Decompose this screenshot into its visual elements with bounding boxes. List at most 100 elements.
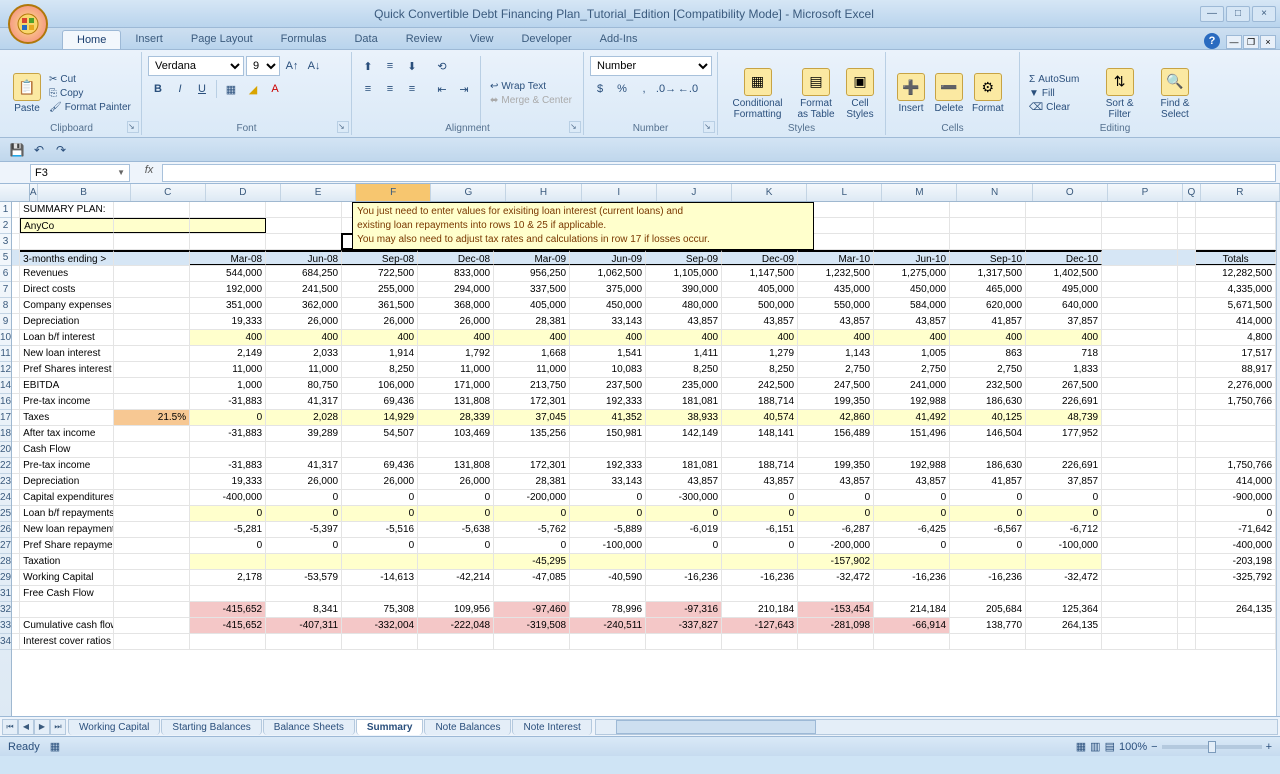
cell-L16[interactable]: 199,350 — [798, 394, 874, 409]
col-header-I[interactable]: I — [582, 184, 657, 201]
cell-J14[interactable]: 235,000 — [646, 378, 722, 393]
cell-K10[interactable]: 400 — [722, 330, 798, 345]
cell-R22[interactable]: 1,750,766 — [1196, 458, 1276, 473]
alignment-launcher[interactable]: ↘ — [569, 121, 581, 133]
row-header-33[interactable]: 33 — [0, 618, 11, 634]
cell-R29[interactable]: -325,792 — [1196, 570, 1276, 585]
cell-R31[interactable] — [1196, 586, 1276, 601]
cell-I11[interactable]: 1,541 — [570, 346, 646, 361]
cell-C8[interactable] — [114, 298, 190, 313]
cell-Q17[interactable] — [1178, 410, 1196, 425]
indent-increase[interactable]: ⇥ — [454, 79, 474, 99]
cell-R10[interactable]: 4,800 — [1196, 330, 1276, 345]
cell-R1[interactable] — [1196, 202, 1276, 217]
cell-G29[interactable]: -42,214 — [418, 570, 494, 585]
sheet-tab-starting-balances[interactable]: Starting Balances — [161, 719, 261, 735]
cell-Q33[interactable] — [1178, 618, 1196, 633]
bold-button[interactable]: B — [148, 79, 168, 99]
cell-B23[interactable]: Depreciation — [20, 474, 114, 489]
ribbon-tab-review[interactable]: Review — [392, 30, 456, 49]
row-header-14[interactable]: 14 — [0, 378, 11, 394]
cell-B34[interactable]: Interest cover ratios — [20, 634, 114, 649]
cell-K20[interactable] — [722, 442, 798, 457]
cell-C17[interactable]: 21.5% — [114, 410, 190, 425]
cell-J32[interactable]: -97,316 — [646, 602, 722, 617]
cell-M24[interactable]: 0 — [874, 490, 950, 505]
redo-button[interactable]: ↷ — [52, 141, 70, 159]
cell-N12[interactable]: 2,750 — [950, 362, 1026, 377]
cell-J17[interactable]: 38,933 — [646, 410, 722, 425]
cell-D20[interactable] — [190, 442, 266, 457]
merge-center-button[interactable]: ⬌Merge & Center — [487, 94, 575, 107]
cell-B29[interactable]: Working Capital — [20, 570, 114, 585]
align-middle[interactable]: ≡ — [380, 56, 400, 76]
cell-P34[interactable] — [1102, 634, 1178, 649]
select-all-corner[interactable] — [0, 184, 30, 201]
cell-J12[interactable]: 8,250 — [646, 362, 722, 377]
cell-D12[interactable]: 11,000 — [190, 362, 266, 377]
cell-C18[interactable] — [114, 426, 190, 441]
cell-P10[interactable] — [1102, 330, 1178, 345]
cell-F33[interactable]: -332,004 — [342, 618, 418, 633]
cell-H29[interactable]: -47,085 — [494, 570, 570, 585]
cell-Q18[interactable] — [1178, 426, 1196, 441]
cell-I31[interactable] — [570, 586, 646, 601]
cell-Q10[interactable] — [1178, 330, 1196, 345]
cell-D24[interactable]: -400,000 — [190, 490, 266, 505]
cell-L24[interactable]: 0 — [798, 490, 874, 505]
orientation-button[interactable]: ⟲ — [432, 56, 452, 76]
cell-K23[interactable]: 43,857 — [722, 474, 798, 489]
cell-L22[interactable]: 199,350 — [798, 458, 874, 473]
cell-N34[interactable] — [950, 634, 1026, 649]
cell-N10[interactable]: 400 — [950, 330, 1026, 345]
cell-P22[interactable] — [1102, 458, 1178, 473]
cell-L6[interactable]: 1,232,500 — [798, 266, 874, 281]
cell-M25[interactable]: 0 — [874, 506, 950, 521]
cell-J16[interactable]: 181,081 — [646, 394, 722, 409]
sheet-tab-balance-sheets[interactable]: Balance Sheets — [263, 719, 355, 735]
cell-E23[interactable]: 26,000 — [266, 474, 342, 489]
row-header-8[interactable]: 8 — [0, 298, 11, 314]
row-header-12[interactable]: 12 — [0, 362, 11, 378]
sheet-nav-last[interactable]: ⏭ — [50, 719, 66, 735]
cell-L10[interactable]: 400 — [798, 330, 874, 345]
cell-I18[interactable]: 150,981 — [570, 426, 646, 441]
cell-O12[interactable]: 1,833 — [1026, 362, 1102, 377]
shrink-font-button[interactable]: A↓ — [304, 56, 324, 76]
cell-E2[interactable] — [266, 218, 342, 233]
cell-L31[interactable] — [798, 586, 874, 601]
cell-O25[interactable]: 0 — [1026, 506, 1102, 521]
cell-D27[interactable]: 0 — [190, 538, 266, 553]
cell-M33[interactable]: -66,914 — [874, 618, 950, 633]
cell-G17[interactable]: 28,339 — [418, 410, 494, 425]
cell-P5[interactable] — [1102, 250, 1178, 265]
cell-E9[interactable]: 26,000 — [266, 314, 342, 329]
cell-A18[interactable] — [12, 426, 20, 441]
cell-Q28[interactable] — [1178, 554, 1196, 569]
cell-O33[interactable]: 264,135 — [1026, 618, 1102, 633]
cell-F22[interactable]: 69,436 — [342, 458, 418, 473]
cell-R11[interactable]: 17,517 — [1196, 346, 1276, 361]
cell-A23[interactable] — [12, 474, 20, 489]
cell-I10[interactable]: 400 — [570, 330, 646, 345]
cell-P2[interactable] — [1102, 218, 1178, 233]
cell-M12[interactable]: 2,750 — [874, 362, 950, 377]
row-header-28[interactable]: 28 — [0, 554, 11, 570]
sheet-tab-working-capital[interactable]: Working Capital — [68, 719, 160, 735]
cell-J33[interactable]: -337,827 — [646, 618, 722, 633]
cell-G12[interactable]: 11,000 — [418, 362, 494, 377]
cell-C9[interactable] — [114, 314, 190, 329]
cell-M20[interactable] — [874, 442, 950, 457]
cell-I28[interactable] — [570, 554, 646, 569]
row-header-26[interactable]: 26 — [0, 522, 11, 538]
mdi-restore[interactable]: ❐ — [1243, 35, 1259, 49]
cell-E18[interactable]: 39,289 — [266, 426, 342, 441]
align-center[interactable]: ≡ — [380, 79, 400, 99]
cell-O2[interactable] — [1026, 218, 1102, 233]
vertical-scrollbar[interactable] — [1276, 202, 1280, 716]
font-size-select[interactable]: 9 — [246, 56, 280, 76]
cell-C32[interactable] — [114, 602, 190, 617]
col-header-R[interactable]: R — [1201, 184, 1280, 201]
cell-D1[interactable] — [190, 202, 266, 217]
cell-M23[interactable]: 43,857 — [874, 474, 950, 489]
